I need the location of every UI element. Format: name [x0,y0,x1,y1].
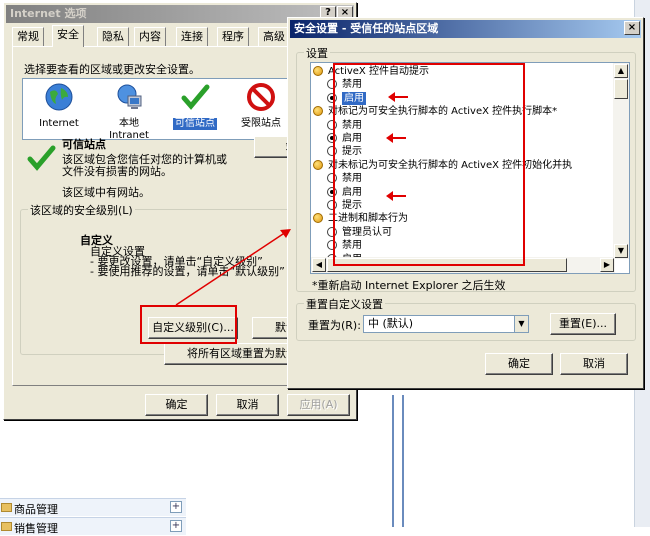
annotation-arrow-1 [388,92,408,102]
annotation-arrow [175,229,291,306]
annotation-arrow-3 [386,191,406,201]
tab-security[interactable]: 安全 [52,25,84,47]
annotation-arrow-2 [386,133,406,143]
